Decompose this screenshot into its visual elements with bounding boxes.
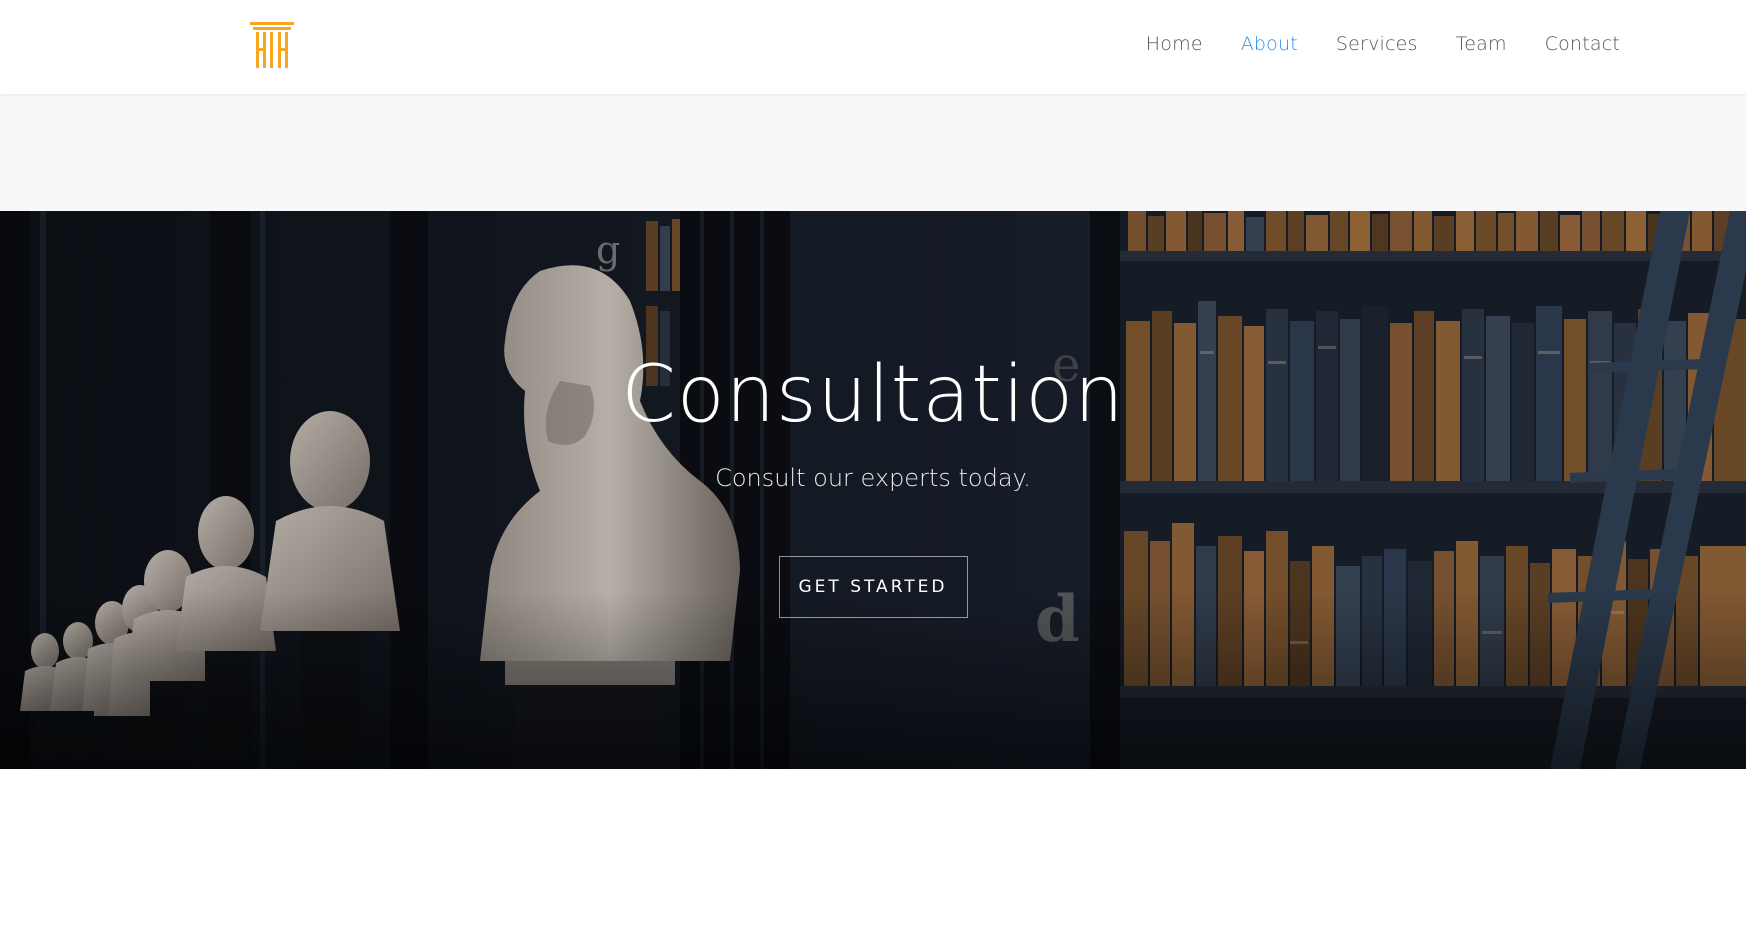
site-header: Home About Services Team Contact [0,0,1746,94]
nav-contact[interactable]: Contact [1545,33,1620,55]
get-started-button[interactable]: GET STARTED [778,556,968,618]
hero-title: Consultation [621,350,1125,440]
main-nav: Home About Services Team Contact [1146,0,1620,88]
nav-home[interactable]: Home [1146,33,1203,55]
spacer-band [0,94,1746,211]
content-section [0,769,1746,935]
nav-about[interactable]: About [1241,33,1298,55]
hero-section: g e d Consultation Consult our experts t… [0,211,1746,769]
hero-content: Consultation Consult our experts today. … [0,211,1746,769]
hero-subtitle: Consult our experts today. [715,464,1031,492]
page: Home About Services Team Contact g e Con… [0,0,1746,935]
nav-team[interactable]: Team [1456,33,1507,55]
column-pillar-icon[interactable] [250,22,294,70]
nav-services[interactable]: Services [1336,33,1418,55]
